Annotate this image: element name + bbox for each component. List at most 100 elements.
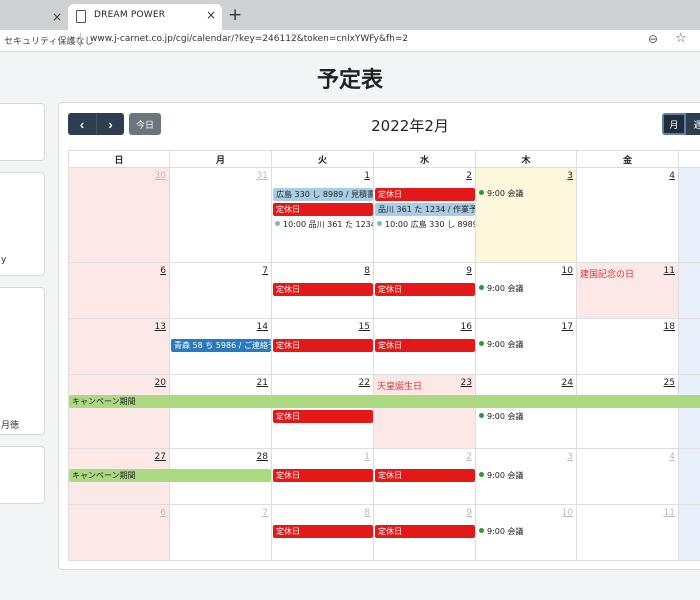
day-number[interactable]: 9 xyxy=(466,508,472,518)
event-meeting[interactable]: 9:00 会議 xyxy=(479,188,575,200)
event-closed-day[interactable]: 定休日 xyxy=(273,339,373,352)
day-number[interactable]: 15 xyxy=(359,322,370,332)
day-cell[interactable]: 6 xyxy=(68,263,170,319)
day-number[interactable]: 9 xyxy=(466,266,472,276)
document-icon xyxy=(76,10,86,23)
day-number[interactable]: 3 xyxy=(567,452,573,462)
day-number[interactable]: 11 xyxy=(664,508,675,518)
day-number[interactable]: 10 xyxy=(562,508,573,518)
event-timed-hiroshima[interactable]: 10:00 広島 330 し 8989 / 1 xyxy=(377,219,475,231)
day-number[interactable]: 6 xyxy=(160,508,166,518)
month-view-button[interactable]: 月 xyxy=(662,113,686,135)
week-view-button[interactable]: 週 xyxy=(686,113,700,135)
day-number[interactable]: 4 xyxy=(669,452,675,462)
day-number[interactable]: 11 xyxy=(664,266,675,276)
day-cell-sat[interactable] xyxy=(679,168,700,263)
day-cell[interactable]: 18 xyxy=(577,319,679,375)
day-number[interactable]: 23 xyxy=(461,378,472,388)
event-text: 9:00 会議 xyxy=(487,412,524,421)
day-cell[interactable]: 11 xyxy=(577,505,679,561)
day-number[interactable]: 2 xyxy=(466,452,472,462)
previous-tab[interactable]: × xyxy=(0,7,66,30)
prev-month-button[interactable]: ‹ xyxy=(68,113,96,135)
day-number[interactable]: 24 xyxy=(562,378,573,388)
day-number[interactable]: 2 xyxy=(466,171,472,181)
event-closed-day[interactable]: 定休日 xyxy=(375,469,475,482)
day-number[interactable]: 8 xyxy=(364,508,370,518)
url-text[interactable]: www.j-carnet.co.jp/cgi/calendar/?key=246… xyxy=(90,34,408,44)
day-number[interactable]: 8 xyxy=(364,266,370,276)
day-number[interactable]: 10 xyxy=(562,266,573,276)
day-number[interactable]: 1 xyxy=(364,171,370,181)
day-number[interactable]: 13 xyxy=(155,322,166,332)
new-tab-button[interactable]: + xyxy=(228,5,242,25)
event-campaign[interactable]: キャンペーン期間 xyxy=(69,469,271,482)
day-number[interactable]: 1 xyxy=(364,452,370,462)
favorite-star-icon[interactable]: ☆ xyxy=(675,31,687,46)
day-number[interactable]: 6 xyxy=(160,266,166,276)
close-icon[interactable]: × xyxy=(52,10,62,24)
today-button[interactable]: 今日 xyxy=(129,113,161,135)
day-cell-sat[interactable] xyxy=(679,263,700,319)
day-number[interactable]: 20 xyxy=(155,378,166,388)
day-number[interactable]: 16 xyxy=(461,322,472,332)
event-meeting[interactable]: 9:00 会議 xyxy=(479,526,575,538)
day-cell[interactable]: 6 xyxy=(68,505,170,561)
day-number[interactable]: 27 xyxy=(155,452,166,462)
event-shinagawa[interactable]: 品川 361 た 1234 / 作業予定 xyxy=(375,203,475,216)
active-tab[interactable]: DREAM POWER × xyxy=(68,4,222,30)
day-cell-sat[interactable] xyxy=(679,505,700,561)
day-cell[interactable]: 13 xyxy=(68,319,170,375)
event-aomori[interactable]: 青森 58 ち 5986 / ご連絡予定 xyxy=(171,339,271,352)
day-cell[interactable]: 21 xyxy=(170,375,272,449)
day-number[interactable]: 4 xyxy=(669,171,675,181)
zoom-icon[interactable]: ⊖ xyxy=(648,32,658,46)
day-cell-today[interactable]: 3 xyxy=(476,168,577,263)
next-month-button[interactable]: › xyxy=(96,113,124,135)
day-cell-holiday[interactable]: 天皇誕生日 23 xyxy=(374,375,476,449)
day-cell-sat[interactable] xyxy=(679,319,700,375)
day-cell[interactable]: 20 xyxy=(68,375,170,449)
event-closed-day[interactable]: 定休日 xyxy=(273,469,373,482)
day-cell[interactable]: 31 xyxy=(170,168,272,263)
event-meeting[interactable]: 9:00 会議 xyxy=(479,283,575,295)
event-closed-day[interactable]: 定休日 xyxy=(273,283,373,296)
event-closed-day[interactable]: 定休日 xyxy=(273,410,373,423)
day-number[interactable]: 3 xyxy=(567,171,573,181)
day-number[interactable]: 18 xyxy=(664,322,675,332)
event-timed-shinagawa[interactable]: 10:00 品川 361 た 1234 / 入 xyxy=(275,219,373,231)
address-bar[interactable]: セキュリティ保護なし www.j-carnet.co.jp/cgi/calend… xyxy=(0,30,700,52)
day-cell-sat[interactable] xyxy=(679,449,700,505)
day-number[interactable]: 25 xyxy=(664,378,675,388)
event-closed-day[interactable]: 定休日 xyxy=(375,339,475,352)
event-closed-day[interactable]: 定休日 xyxy=(375,525,475,538)
day-number[interactable]: 31 xyxy=(257,171,268,181)
day-cell[interactable]: 4 xyxy=(577,168,679,263)
day-number[interactable]: 7 xyxy=(262,508,268,518)
day-number[interactable]: 22 xyxy=(359,378,370,388)
event-campaign[interactable]: キャンペーン期間 xyxy=(69,395,700,408)
day-number[interactable]: 21 xyxy=(257,378,268,388)
day-cell[interactable]: 7 xyxy=(170,263,272,319)
event-closed-day[interactable]: 定休日 xyxy=(375,283,475,296)
day-cell-sat[interactable] xyxy=(679,375,700,449)
event-closed-day[interactable]: 定休日 xyxy=(273,525,373,538)
day-cell[interactable]: 7 xyxy=(170,505,272,561)
event-closed-day[interactable]: 定休日 xyxy=(375,188,475,201)
event-closed-day[interactable]: 定休日 xyxy=(273,203,373,216)
event-meeting[interactable]: 9:00 会議 xyxy=(479,470,575,482)
day-number[interactable]: 28 xyxy=(257,452,268,462)
day-cell[interactable]: 25 xyxy=(577,375,679,449)
event-meeting[interactable]: 9:00 会議 xyxy=(479,411,575,423)
day-number[interactable]: 30 xyxy=(155,171,166,181)
event-text: 10:00 広島 330 し 8989 / 1 xyxy=(385,220,475,229)
day-number[interactable]: 17 xyxy=(562,322,573,332)
event-meeting[interactable]: 9:00 会議 xyxy=(479,339,575,351)
event-hiroshima[interactable]: 広島 330 し 8989 / 見積書作 xyxy=(273,188,373,201)
day-cell[interactable]: 4 xyxy=(577,449,679,505)
day-cell[interactable]: 30 xyxy=(68,168,170,263)
day-number[interactable]: 7 xyxy=(262,266,268,276)
day-number[interactable]: 14 xyxy=(257,322,268,332)
day-cell-holiday[interactable]: 建国記念の日 11 xyxy=(577,263,679,319)
close-icon[interactable]: × xyxy=(206,8,216,22)
